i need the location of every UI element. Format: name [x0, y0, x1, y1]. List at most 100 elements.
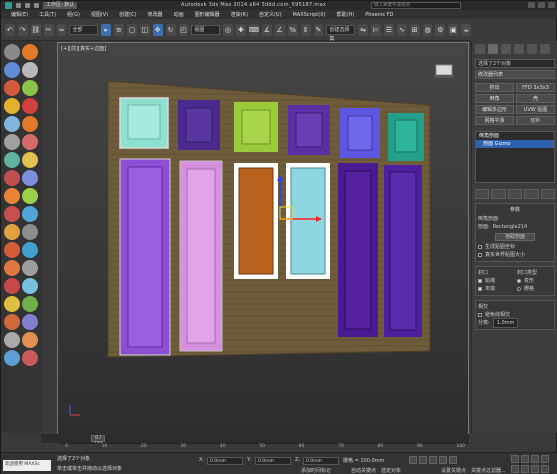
save-file-icon[interactable] — [34, 3, 39, 8]
sun-icon[interactable] — [22, 152, 38, 168]
minimize-button[interactable] — [528, 2, 535, 8]
z-coord-field[interactable]: 0.0mm — [303, 457, 339, 465]
menu-animation[interactable]: 动画 — [174, 11, 184, 18]
display-tab-icon[interactable] — [527, 44, 537, 54]
cap-start-checkbox[interactable] — [478, 279, 482, 283]
redo-icon[interactable]: ↷ — [17, 23, 28, 36]
gear-icon[interactable] — [4, 134, 20, 150]
gen-mapping-checkbox[interactable] — [478, 245, 482, 249]
cube-icon[interactable] — [22, 224, 38, 240]
lava-icon[interactable] — [4, 314, 20, 330]
maximize-viewport-icon[interactable] — [531, 465, 539, 473]
viewport-label[interactable]: [+][前][真实+边面] — [61, 45, 106, 52]
undo-icon[interactable]: ↶ — [5, 23, 15, 36]
move-icon[interactable] — [4, 44, 20, 60]
snow-icon[interactable] — [22, 278, 38, 294]
window-crossing-icon[interactable]: ◫ — [139, 23, 150, 36]
zoom-extents-icon[interactable] — [531, 455, 539, 463]
menu-create[interactable]: 创建(C) — [119, 11, 136, 18]
cap-grid-row[interactable]: 栅格 — [517, 285, 552, 293]
show-end-result-icon[interactable] — [491, 189, 506, 199]
pivot-center-icon[interactable]: ◎ — [223, 23, 233, 36]
key-filters-button[interactable]: 关键点过滤器... — [471, 467, 506, 474]
pyro-icon[interactable] — [4, 80, 20, 96]
render-production-icon[interactable]: ☕ — [461, 23, 472, 36]
time-slider-thumb[interactable]: 0 / 100 — [91, 435, 105, 447]
maximize-button[interactable] — [538, 2, 545, 8]
cap-end-checkbox[interactable] — [478, 287, 482, 291]
params-title[interactable]: 参数 — [478, 206, 552, 213]
menu-graph-editors[interactable]: 图形编辑器 — [195, 11, 220, 18]
bind-spacewarp-icon[interactable]: ≈ — [56, 23, 67, 36]
rect-select-icon[interactable]: ▢ — [126, 23, 137, 36]
uvw-map-button[interactable]: UVW 贴图 — [516, 105, 555, 114]
render-frame-icon[interactable]: ▣ — [448, 23, 459, 36]
goto-end-icon[interactable] — [449, 456, 457, 464]
goto-start-icon[interactable] — [409, 456, 417, 464]
meshsmooth-button[interactable]: 网格平滑 — [475, 116, 514, 125]
edit-named-sel-icon[interactable]: ✎ — [313, 23, 324, 36]
unlink-icon[interactable]: ✂ — [43, 23, 54, 36]
ref-coord-dropdown[interactable]: 视图 — [191, 24, 221, 35]
fov-icon[interactable] — [541, 455, 549, 463]
hierarchy-tab-icon[interactable] — [501, 44, 511, 54]
cap-end-row[interactable]: 末端 — [478, 285, 513, 293]
selection-filter-dropdown[interactable]: 全部 — [69, 24, 99, 35]
viewport-front[interactable]: [+][前][真实+边面] — [57, 42, 469, 435]
fire-icon[interactable] — [22, 44, 38, 60]
view-cube[interactable] — [434, 64, 454, 78]
menu-help[interactable]: 帮助(H) — [337, 11, 355, 18]
track-bar[interactable]: 0 10 20 30 40 50 60 70 80 90 100 — [61, 443, 469, 452]
particle-icon[interactable] — [4, 350, 20, 366]
search-input[interactable]: 键入关键字或短语 — [371, 2, 461, 9]
rocket-icon[interactable] — [4, 242, 20, 258]
leaf-icon[interactable] — [22, 80, 38, 96]
stack-item-bevel-profile[interactable]: 倒角剖面 — [476, 132, 554, 140]
create-tab-icon[interactable] — [475, 44, 485, 54]
configure-sets-icon[interactable] — [540, 189, 556, 199]
modifier-list-dropdown[interactable]: 修改器列表 — [475, 70, 555, 79]
select-move-icon[interactable]: ✥ — [152, 23, 163, 36]
plant-icon[interactable] — [22, 296, 38, 312]
bevel-button[interactable]: 倒角 — [475, 94, 514, 103]
open-file-icon[interactable] — [25, 3, 30, 8]
selected-dropdown[interactable]: 选定对象 — [381, 467, 401, 474]
real-world-row[interactable]: 真实世界贴图大小 — [478, 251, 552, 259]
target-icon[interactable] — [22, 98, 38, 114]
real-world-checkbox[interactable] — [478, 253, 482, 257]
drop-icon[interactable] — [4, 152, 20, 168]
mirror-icon[interactable]: ⇋ — [358, 23, 369, 36]
avoid-self-checkbox[interactable] — [478, 313, 482, 317]
menu-modifiers[interactable]: 修改器 — [148, 11, 163, 18]
camera-icon[interactable] — [4, 332, 20, 348]
light-icon[interactable] — [22, 332, 38, 348]
grid-icon[interactable] — [22, 62, 38, 78]
burst-icon[interactable] — [4, 188, 20, 204]
make-unique-icon[interactable] — [507, 189, 523, 199]
heart-icon[interactable] — [22, 134, 38, 150]
next-frame-icon[interactable] — [439, 456, 447, 464]
object-name-field[interactable]: 选择了2个对象 — [475, 59, 555, 68]
bomb-icon[interactable] — [22, 350, 38, 366]
y-coord-field[interactable]: 0.0mm — [255, 457, 291, 465]
motion-tab-icon[interactable] — [514, 44, 524, 54]
app-logo-icon[interactable] — [5, 2, 12, 9]
auto-key-button[interactable]: 自动关键点 — [351, 467, 376, 474]
wave-icon[interactable] — [22, 206, 38, 222]
keyboard-shortcut-icon[interactable]: ⌨ — [248, 23, 259, 36]
walkthrough-icon[interactable] — [541, 465, 549, 473]
select-scale-icon[interactable]: ◰ — [178, 23, 189, 36]
bolt-icon[interactable] — [4, 296, 20, 312]
spinner-snap-icon[interactable]: ⇕ — [300, 23, 311, 36]
water-icon[interactable] — [4, 62, 20, 78]
select-object-icon[interactable]: ▸ — [101, 23, 112, 36]
menu-customize[interactable]: 自定义(U) — [259, 11, 282, 18]
menu-phoenix[interactable]: Phoenix FD — [365, 12, 393, 18]
prev-frame-icon[interactable] — [419, 456, 427, 464]
pin-stack-icon[interactable] — [475, 189, 490, 199]
utilities-tab-icon[interactable] — [540, 44, 550, 54]
cloud-icon[interactable] — [4, 116, 20, 132]
flag-icon[interactable] — [4, 170, 20, 186]
separation-spinner[interactable]: 1.0mm — [492, 318, 519, 328]
orb-icon[interactable] — [22, 314, 38, 330]
